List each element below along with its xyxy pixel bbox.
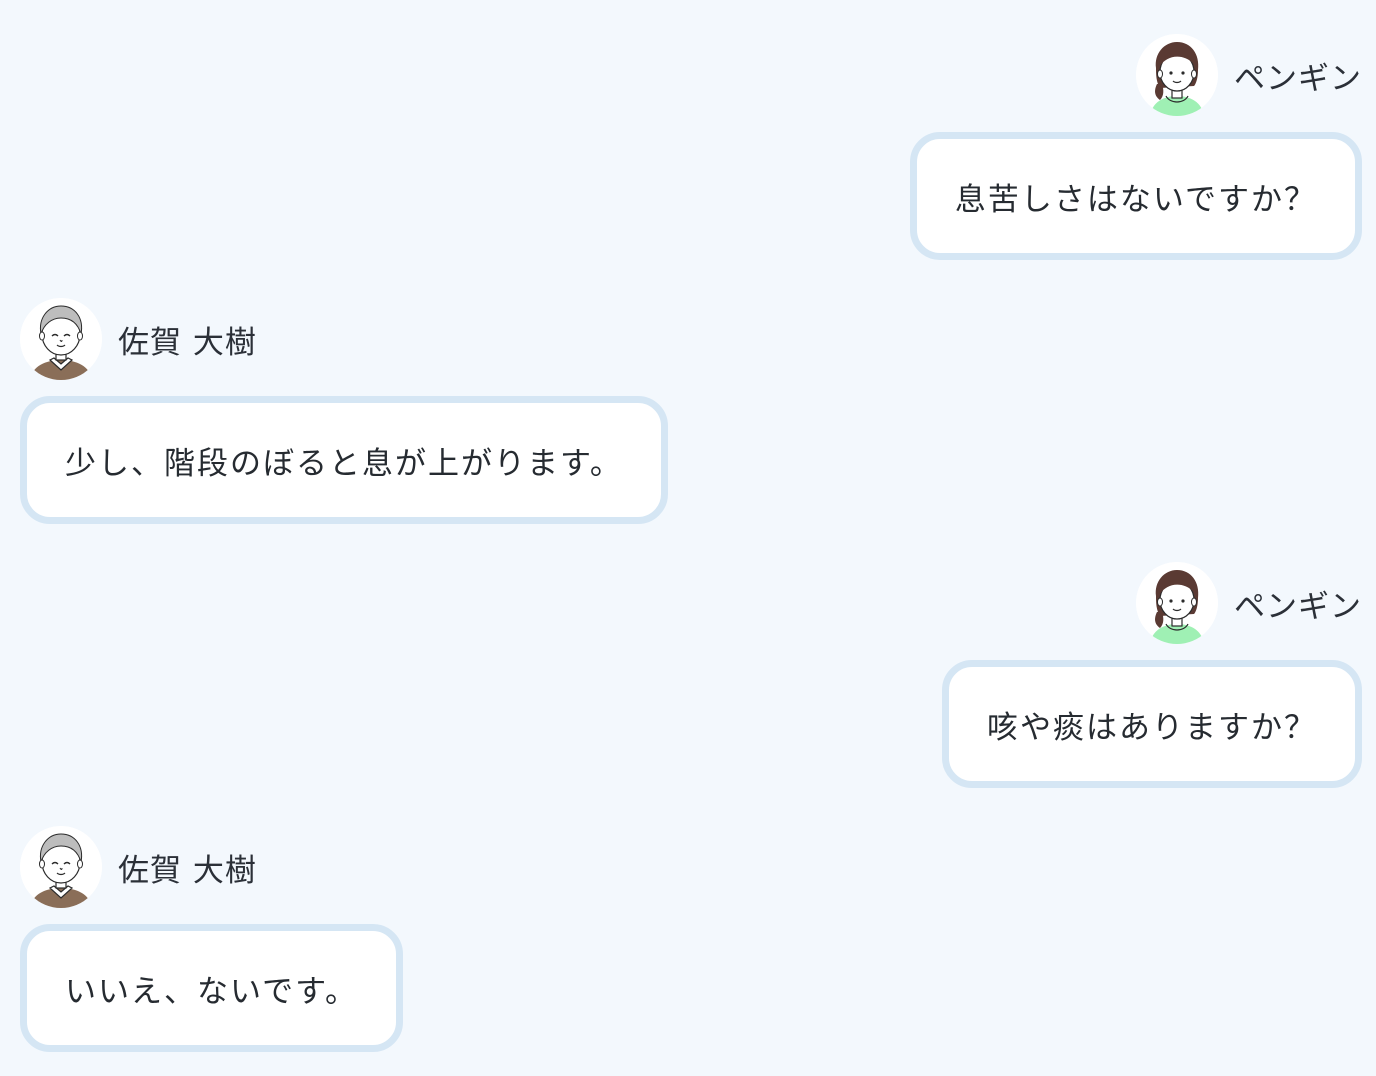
sender-name: ペンギン	[1234, 60, 1362, 97]
chat-message-outgoing: ペンギン 咳や痰はありますか？	[0, 562, 1376, 788]
sender-header: ペンギン	[1136, 562, 1362, 644]
nurse-avatar-icon	[1136, 34, 1218, 116]
sender-name: 佐賀 大樹	[118, 852, 257, 889]
nurse-avatar-icon	[1136, 562, 1218, 644]
sender-name: 佐賀 大樹	[118, 324, 257, 361]
chat-message-incoming: 佐賀 大樹 少し、階段のぼると息が上がります。	[0, 298, 1376, 524]
sender-header: 佐賀 大樹	[20, 298, 257, 380]
sender-header: 佐賀 大樹	[20, 826, 257, 908]
chat-message-incoming: 佐賀 大樹 いいえ、ないです。	[0, 826, 1376, 1052]
elderly-man-avatar-icon	[20, 826, 102, 908]
message-bubble: 咳や痰はありますか？	[942, 660, 1362, 788]
chat-thread: ペンギン 息苦しさはないですか？ 佐賀 大樹 少し、階段のぼると息が上がります。…	[0, 0, 1376, 1076]
chat-message-outgoing: ペンギン 息苦しさはないですか？	[0, 34, 1376, 260]
sender-header: ペンギン	[1136, 34, 1362, 116]
message-bubble: 少し、階段のぼると息が上がります。	[20, 396, 668, 524]
message-bubble: いいえ、ないです。	[20, 924, 403, 1052]
message-bubble: 息苦しさはないですか？	[909, 132, 1362, 260]
sender-name: ペンギン	[1234, 588, 1362, 625]
elderly-man-avatar-icon	[20, 298, 102, 380]
